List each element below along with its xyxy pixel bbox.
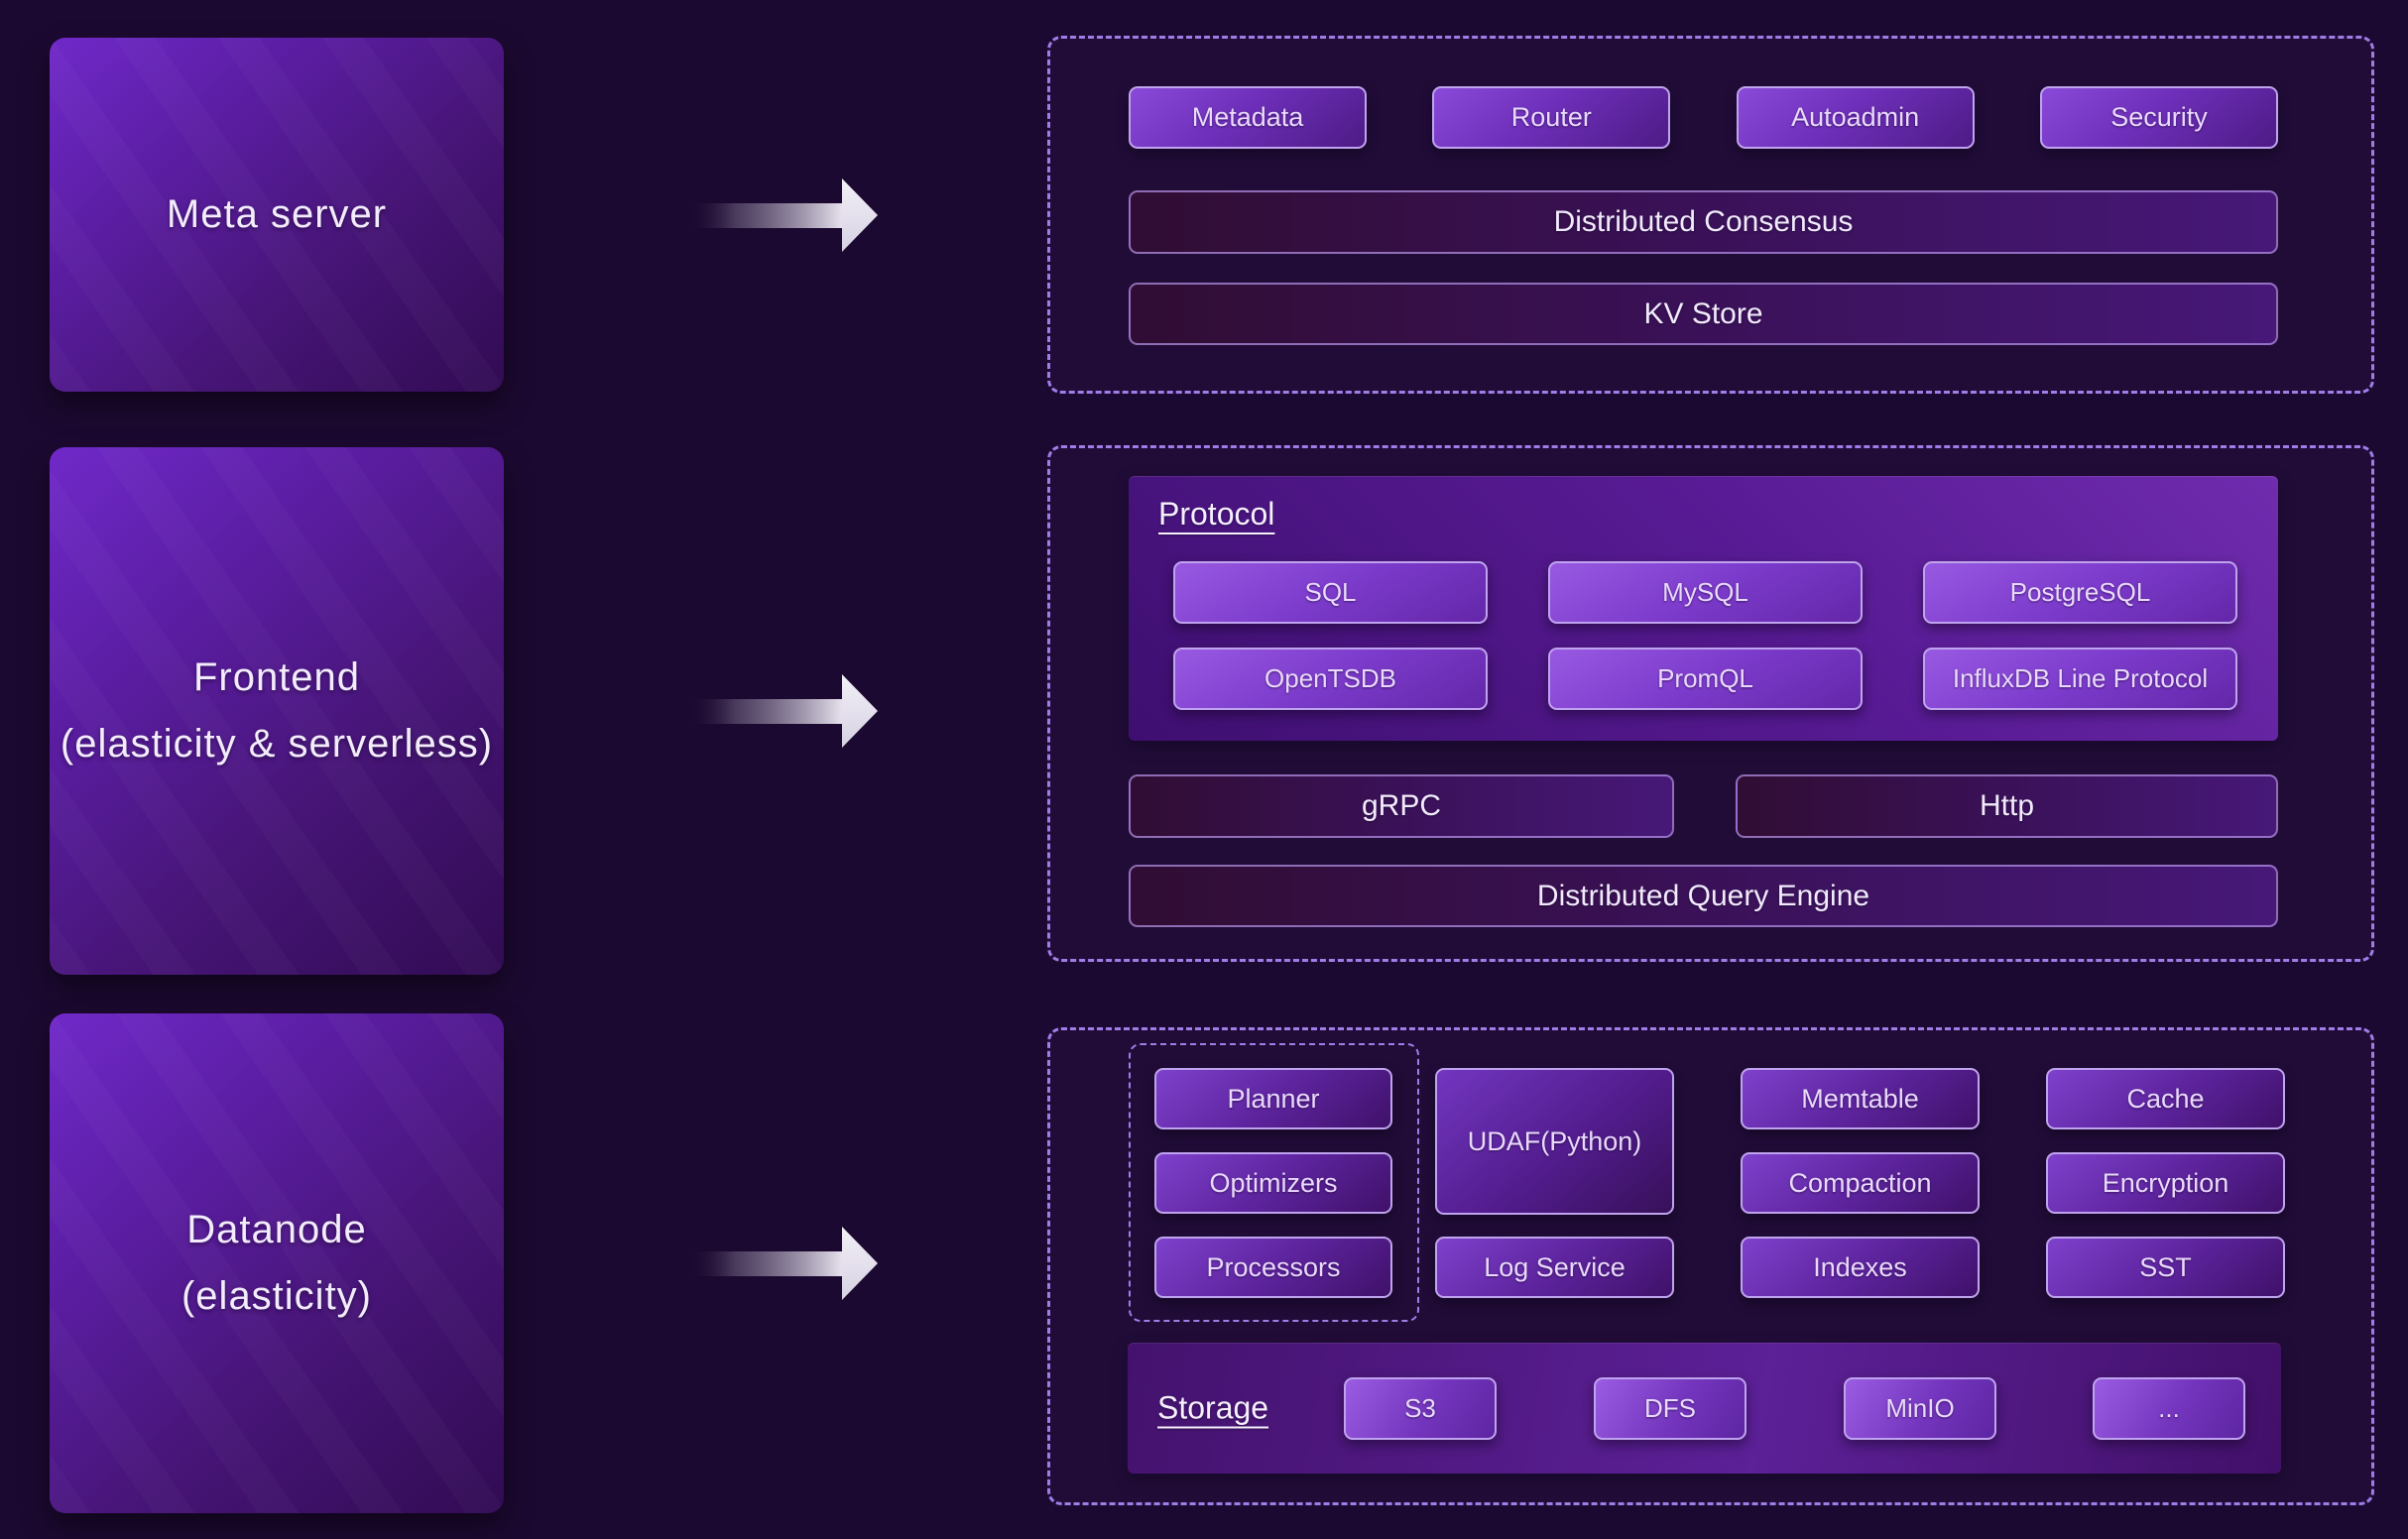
bar-kv-store: KV Store <box>1129 283 2278 345</box>
arrow-right-icon <box>688 666 879 756</box>
chip-mysql: MySQL <box>1548 561 1863 624</box>
protocol-heading: Protocol <box>1158 496 1274 533</box>
bar-distributed-consensus: Distributed Consensus <box>1129 190 2278 254</box>
meta-server-panel: Metadata Router Autoadmin Security Distr… <box>1047 36 2374 394</box>
rpc-bars-row: gRPC Http <box>1129 774 2278 838</box>
chip-dfs: DFS <box>1594 1377 1746 1440</box>
storage-panel: Storage S3 DFS MinIO ... <box>1128 1343 2281 1474</box>
meta-modules-row: Metadata Router Autoadmin Security <box>1129 86 2278 149</box>
chip-promql: PromQL <box>1548 648 1863 710</box>
chip-encryption: Encryption <box>2046 1152 2285 1214</box>
storage-heading: Storage <box>1157 1390 1268 1427</box>
arrow-right-icon <box>688 1219 879 1308</box>
chip-more-backends: ... <box>2093 1377 2245 1440</box>
chip-opentsdb: OpenTSDB <box>1173 648 1488 710</box>
chip-log-service: Log Service <box>1435 1237 1674 1298</box>
chip-compaction: Compaction <box>1741 1152 1980 1214</box>
protocol-row-1: SQL MySQL PostgreSQL <box>1173 561 2237 624</box>
chip-autoadmin: Autoadmin <box>1737 86 1975 149</box>
chip-processors: Processors <box>1154 1237 1392 1298</box>
chip-sql: SQL <box>1173 561 1488 624</box>
bar-grpc: gRPC <box>1129 774 1674 838</box>
chip-minio: MinIO <box>1844 1377 1996 1440</box>
frontend-title: Frontend <box>193 655 360 700</box>
chip-memtable: Memtable <box>1741 1068 1980 1129</box>
chip-postgresql: PostgreSQL <box>1923 561 2237 624</box>
chip-udaf-python: UDAF(Python) <box>1435 1068 1674 1215</box>
protocol-row-2: OpenTSDB PromQL InfluxDB Line Protocol <box>1173 648 2237 710</box>
architecture-diagram: Meta server Metadata Router Autoadmin Se… <box>0 0 2408 1539</box>
meta-server-title: Meta server <box>167 192 387 237</box>
chip-optimizers: Optimizers <box>1154 1152 1392 1214</box>
chip-planner: Planner <box>1154 1068 1392 1129</box>
chip-cache: Cache <box>2046 1068 2285 1129</box>
meta-server-box: Meta server <box>50 38 504 392</box>
datanode-title: Datanode <box>186 1208 366 1252</box>
bar-distributed-query-engine: Distributed Query Engine <box>1129 865 2278 927</box>
chip-indexes: Indexes <box>1741 1237 1980 1298</box>
chip-sst: SST <box>2046 1237 2285 1298</box>
frontend-subtitle: (elasticity & serverless) <box>60 722 493 767</box>
bar-http: Http <box>1736 774 2278 838</box>
chip-s3: S3 <box>1344 1377 1497 1440</box>
datanode-box: Datanode (elasticity) <box>50 1013 504 1513</box>
frontend-box: Frontend (elasticity & serverless) <box>50 447 504 975</box>
arrow-right-icon <box>688 171 879 260</box>
protocol-panel: Protocol SQL MySQL PostgreSQL OpenTSDB P… <box>1129 476 2278 741</box>
chip-router: Router <box>1432 86 1670 149</box>
frontend-panel: Protocol SQL MySQL PostgreSQL OpenTSDB P… <box>1047 445 2374 962</box>
datanode-subtitle: (elasticity) <box>181 1274 372 1319</box>
chip-security: Security <box>2040 86 2278 149</box>
datanode-panel: Planner Optimizers Processors UDAF(Pytho… <box>1047 1027 2374 1505</box>
chip-metadata: Metadata <box>1129 86 1367 149</box>
chip-influxdb-line-protocol: InfluxDB Line Protocol <box>1923 648 2237 710</box>
